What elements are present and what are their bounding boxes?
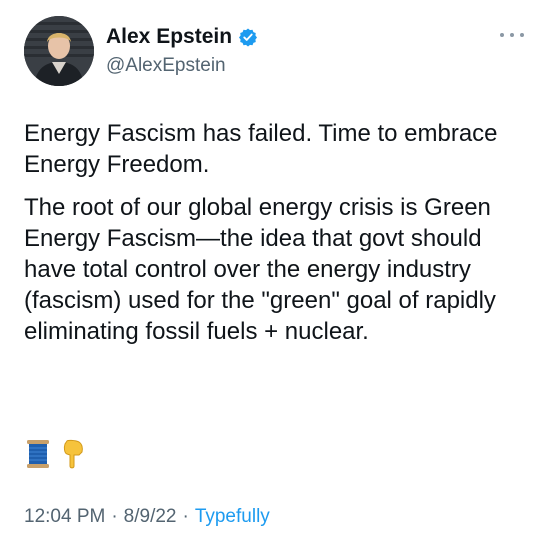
meta-separator: · <box>111 506 118 527</box>
spool-of-thread-icon <box>26 439 50 474</box>
verified-badge-icon <box>238 27 258 47</box>
more-options-icon[interactable] <box>500 30 524 40</box>
meta-separator: · <box>182 506 189 527</box>
display-name[interactable]: Alex Epstein <box>106 25 232 49</box>
tweet-paragraph: Energy Fascism has failed. Time to embra… <box>24 120 505 178</box>
display-name-row: Alex Epstein <box>106 25 258 49</box>
avatar[interactable] <box>24 16 94 86</box>
tweet-text: Energy Fascism has failed. Time to embra… <box>24 118 532 359</box>
emoji-row <box>26 439 86 474</box>
tweet-date[interactable]: 8/9/22 <box>124 506 177 528</box>
handle[interactable]: @AlexEpstein <box>106 55 258 77</box>
tweet-header: Alex Epstein @AlexEpstein <box>24 16 526 86</box>
author-info: Alex Epstein @AlexEpstein <box>106 25 258 77</box>
tweet-time[interactable]: 12:04 PM <box>24 506 105 528</box>
tweet-meta: 12:04 PM · 8/9/22 · Typefully <box>24 506 270 528</box>
backhand-pointing-down-icon <box>60 439 86 474</box>
tweet-source-link[interactable]: Typefully <box>195 506 270 528</box>
tweet-card: Alex Epstein @AlexEpstein Energy Fascism… <box>0 0 550 548</box>
tweet-paragraph: The root of our global energy crisis is … <box>24 194 503 345</box>
